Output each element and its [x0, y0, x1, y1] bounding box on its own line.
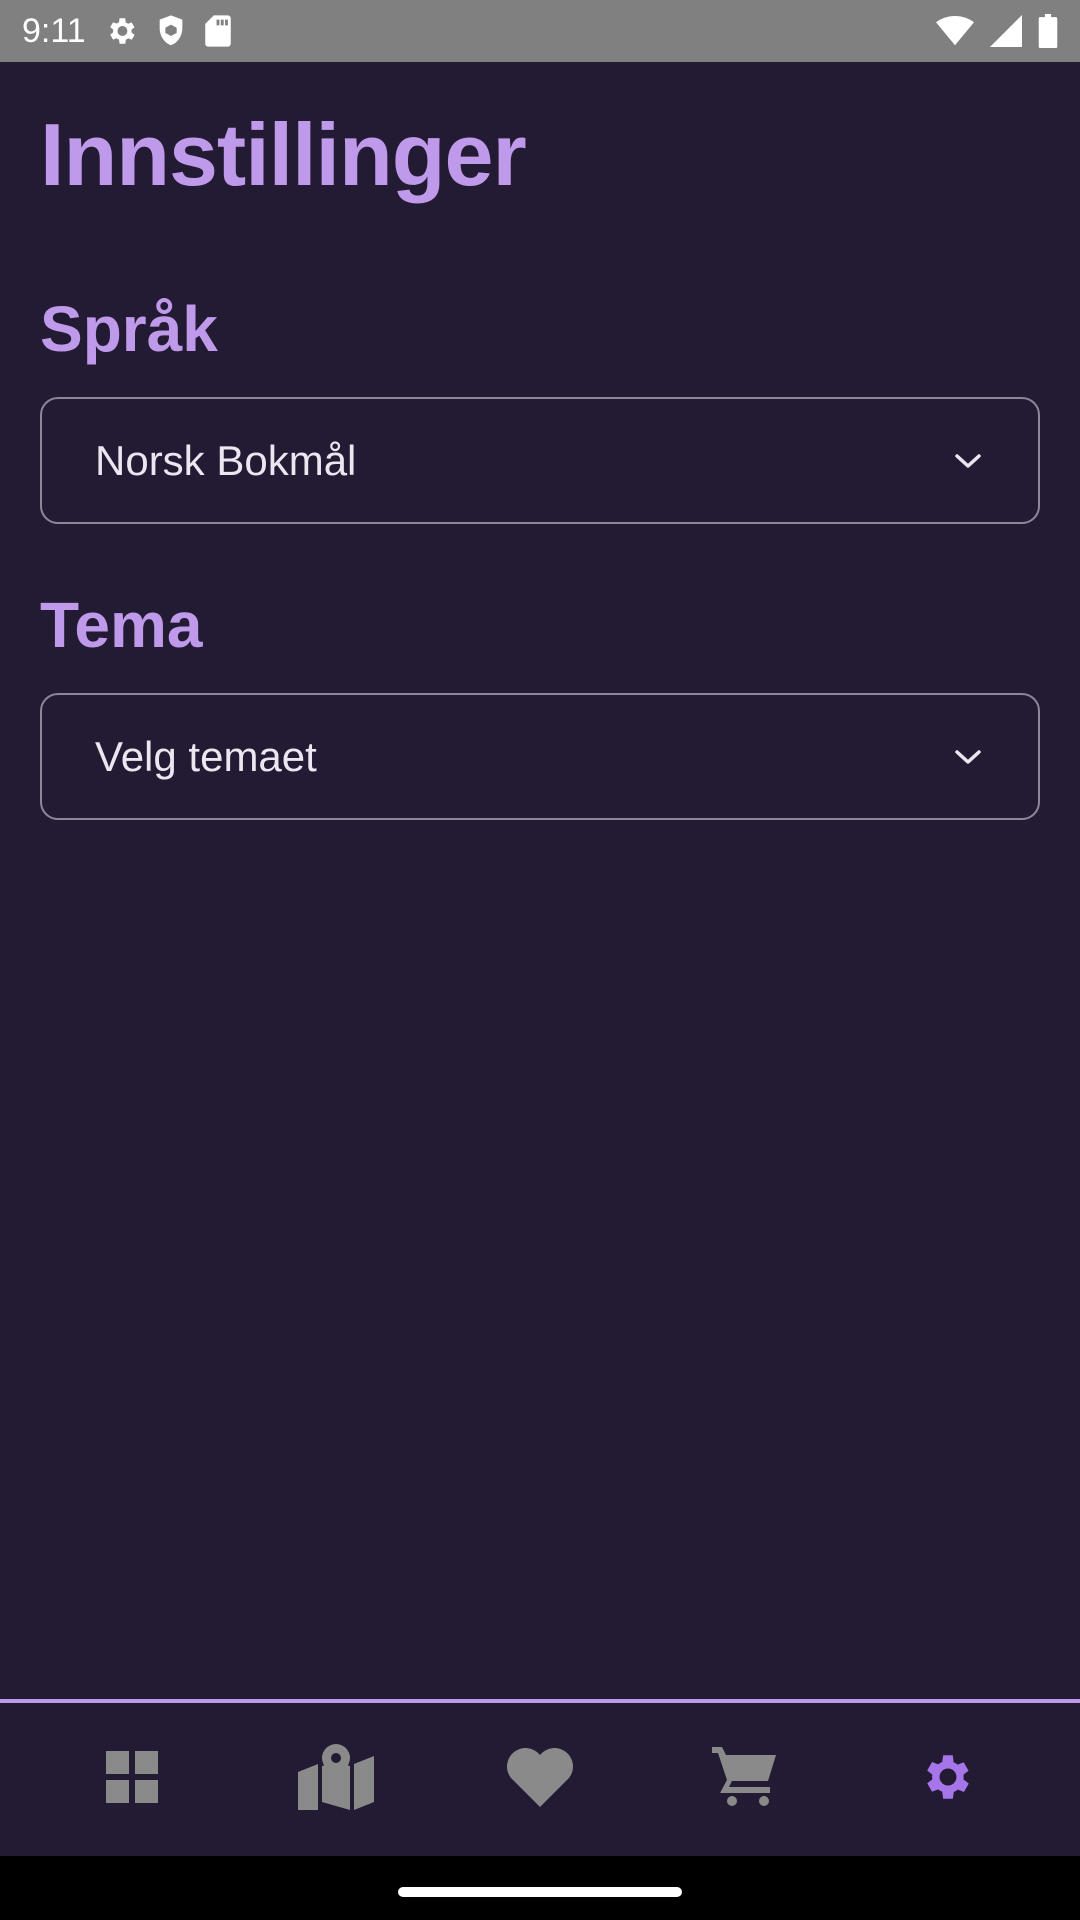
dashboard-grid-icon [106, 1751, 158, 1808]
home-gesture-handle[interactable] [398, 1887, 682, 1897]
nav-item-favorites[interactable] [480, 1720, 600, 1840]
nav-item-dashboard[interactable] [72, 1720, 192, 1840]
status-left: 9:11 [22, 12, 232, 51]
status-bar: 9:11 [0, 0, 1080, 62]
nav-item-map[interactable] [276, 1720, 396, 1840]
gear-icon [919, 1748, 977, 1811]
theme-select[interactable]: Velg temaet [40, 693, 1040, 820]
language-heading: Språk [40, 293, 218, 365]
gesture-navigation-area [0, 1856, 1080, 1920]
sd-card-icon [204, 14, 232, 48]
theme-heading: Tema [40, 589, 203, 661]
nav-item-cart[interactable] [684, 1720, 804, 1840]
chevron-down-icon [948, 737, 988, 777]
page-title: Innstillinger [40, 105, 527, 204]
status-time: 9:11 [22, 11, 86, 50]
theme-select-value: Velg temaet [95, 732, 317, 780]
wifi-icon [936, 15, 974, 47]
settings-gear-icon [104, 14, 138, 48]
shield-icon [156, 14, 186, 48]
map-pin-icon [298, 1744, 374, 1815]
cellular-signal-icon [990, 15, 1022, 47]
battery-icon [1038, 14, 1058, 48]
language-select[interactable]: Norsk Bokmål [40, 397, 1040, 524]
bottom-navigation [0, 1699, 1080, 1856]
chevron-down-icon [948, 441, 988, 481]
language-select-value: Norsk Bokmål [95, 436, 357, 484]
heart-icon [505, 1747, 575, 1812]
cart-icon [712, 1747, 776, 1812]
status-right [936, 14, 1058, 48]
nav-item-settings[interactable] [888, 1720, 1008, 1840]
